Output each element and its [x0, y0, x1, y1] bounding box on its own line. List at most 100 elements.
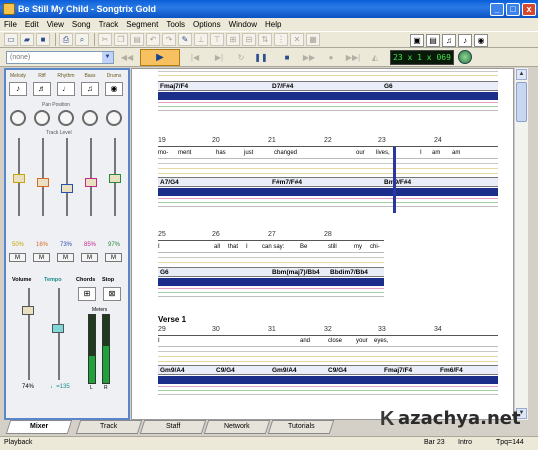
mixer-view-icon[interactable]: ▣ — [410, 34, 424, 47]
record-icon[interactable]: ● — [322, 51, 340, 64]
step-forward-icon[interactable]: ▶| — [210, 51, 228, 64]
bass-fader[interactable] — [85, 178, 97, 187]
scroll-thumb[interactable] — [516, 82, 527, 122]
lyric[interactable]: can say: — [262, 244, 284, 250]
lyric[interactable]: ment — [178, 150, 191, 156]
delete-icon[interactable]: ⊟ — [242, 33, 256, 46]
print-preview-icon[interactable]: ⌕ — [75, 33, 89, 46]
print-icon[interactable]: ⎙ — [59, 33, 73, 46]
chord-label[interactable]: Bbm(maj7)/Bb4 — [272, 269, 320, 276]
paste-icon[interactable]: ▤ — [130, 33, 144, 46]
lyric[interactable]: lives, — [376, 150, 390, 156]
staff-view-icon[interactable]: ♫ — [442, 34, 456, 47]
save-icon[interactable]: ■ — [36, 33, 50, 46]
stop-button-icon[interactable]: ⊠ — [103, 287, 121, 301]
chevron-down-icon[interactable]: ▼ — [102, 52, 113, 63]
lyric[interactable]: still — [328, 244, 337, 250]
riff-mute-button[interactable]: M — [33, 253, 50, 262]
lyric[interactable]: I — [158, 338, 160, 344]
riff-fader[interactable] — [37, 178, 49, 187]
rewind-icon[interactable]: ◀◀ — [118, 51, 136, 64]
close-button[interactable]: x — [522, 2, 536, 16]
tempo-knob-icon[interactable] — [458, 50, 472, 64]
menu-window[interactable]: Window — [229, 20, 257, 29]
menu-file[interactable]: File — [4, 20, 17, 29]
chord-label[interactable]: G6 — [384, 83, 393, 90]
rhythm-mute-button[interactable]: M — [57, 253, 74, 262]
drums-instrument-icon[interactable]: ◉ — [105, 82, 123, 96]
notes-view-icon[interactable]: ♪ — [458, 34, 472, 47]
menu-view[interactable]: View — [47, 20, 64, 29]
lyric[interactable]: our — [356, 150, 365, 156]
copy-icon[interactable]: ❐ — [114, 33, 128, 46]
chord-label[interactable]: C9/G4 — [328, 367, 347, 374]
chord-label[interactable]: C9/G4 — [216, 367, 235, 374]
lyric[interactable]: mo- — [158, 150, 168, 156]
tab-tutorials[interactable]: Tutorials — [267, 420, 335, 434]
bass-instrument-icon[interactable]: ♫ — [81, 82, 99, 96]
melody-instrument-icon[interactable]: ♪ — [9, 82, 27, 96]
tab-track[interactable]: Track — [75, 420, 143, 434]
riff-instrument-icon[interactable]: ♬ — [33, 82, 51, 96]
lyric[interactable]: changed — [274, 150, 297, 156]
chord-label[interactable]: Gm9/A4 — [160, 367, 185, 374]
track-view-icon[interactable]: ▤ — [426, 34, 440, 47]
pause-icon[interactable]: ❚❚ — [252, 51, 270, 64]
insert-icon[interactable]: ⊞ — [226, 33, 240, 46]
lyric[interactable]: I — [420, 150, 422, 156]
chord-label[interactable]: Bbdim7/Bb4 — [330, 269, 368, 276]
chord-label[interactable]: Fm6/F4 — [440, 367, 463, 374]
play-button[interactable]: ▶ — [140, 49, 180, 66]
menu-track[interactable]: Track — [99, 20, 119, 29]
rhythm-instrument-icon[interactable]: ♩ — [57, 82, 75, 96]
rhythm-pan-knob[interactable] — [58, 110, 74, 126]
minimize-button[interactable]: _ — [490, 2, 504, 16]
master-volume-fader[interactable] — [22, 306, 34, 315]
melody-fader[interactable] — [13, 174, 25, 183]
chord-label[interactable]: Fmaj7/F4 — [160, 83, 188, 90]
end-icon[interactable]: ▶▶| — [344, 51, 362, 64]
close-track-icon[interactable]: ✕ — [290, 33, 304, 46]
lyric[interactable]: and — [300, 338, 310, 344]
bass-mute-button[interactable]: M — [81, 253, 98, 262]
chord-label[interactable]: A7/G4 — [160, 179, 179, 186]
segment-dropdown[interactable]: (none) ▼ — [6, 51, 114, 64]
tempo-fader[interactable] — [52, 324, 64, 333]
menu-edit[interactable]: Edit — [25, 20, 39, 29]
vertical-scrollbar[interactable]: ▲ ▼ — [514, 68, 528, 420]
menu-help[interactable]: Help — [265, 20, 281, 29]
lyric[interactable]: am — [432, 150, 440, 156]
lyric[interactable]: has — [216, 150, 226, 156]
loop-icon[interactable]: ↻ — [232, 51, 250, 64]
riff-pan-knob[interactable] — [34, 110, 50, 126]
menu-tools[interactable]: Tools — [166, 20, 185, 29]
lyric[interactable]: I — [158, 244, 160, 250]
transpose-icon[interactable]: ⇅ — [258, 33, 272, 46]
lyric[interactable]: my — [354, 244, 362, 250]
quantize-icon[interactable]: ⋮ — [274, 33, 288, 46]
lyric[interactable]: close — [328, 338, 342, 344]
drums-fader[interactable] — [109, 174, 121, 183]
menu-song[interactable]: Song — [72, 20, 91, 29]
menu-options[interactable]: Options — [193, 20, 221, 29]
chord-label[interactable]: Gm9/A4 — [272, 367, 297, 374]
split-icon[interactable]: ⊥ — [194, 33, 208, 46]
join-icon[interactable]: ⊤ — [210, 33, 224, 46]
score-view[interactable]: Fmaj7/F4 D7/F#4 G6 19 20 21 22 23 24 mo-… — [131, 68, 514, 420]
bass-pan-knob[interactable] — [82, 110, 98, 126]
chord-label[interactable]: F#m7/F#4 — [272, 179, 302, 186]
open-folder-icon[interactable]: ▰ — [20, 33, 34, 46]
grid-icon[interactable]: ▦ — [306, 33, 320, 46]
tab-network[interactable]: Network — [203, 420, 271, 434]
rhythm-fader[interactable] — [61, 184, 73, 193]
lyric[interactable]: am — [452, 150, 460, 156]
undo-icon[interactable]: ↶ — [146, 33, 160, 46]
drums-mute-button[interactable]: M — [105, 253, 122, 262]
metronome-icon[interactable]: ◭ — [366, 51, 384, 64]
menu-segment[interactable]: Segment — [126, 20, 158, 29]
lyric[interactable]: Be — [300, 244, 307, 250]
chord-label[interactable]: Bm9/F#4 — [384, 179, 411, 186]
lyric[interactable]: I — [246, 244, 248, 250]
step-back-icon[interactable]: |◀ — [186, 51, 204, 64]
lyric[interactable]: that — [228, 244, 238, 250]
